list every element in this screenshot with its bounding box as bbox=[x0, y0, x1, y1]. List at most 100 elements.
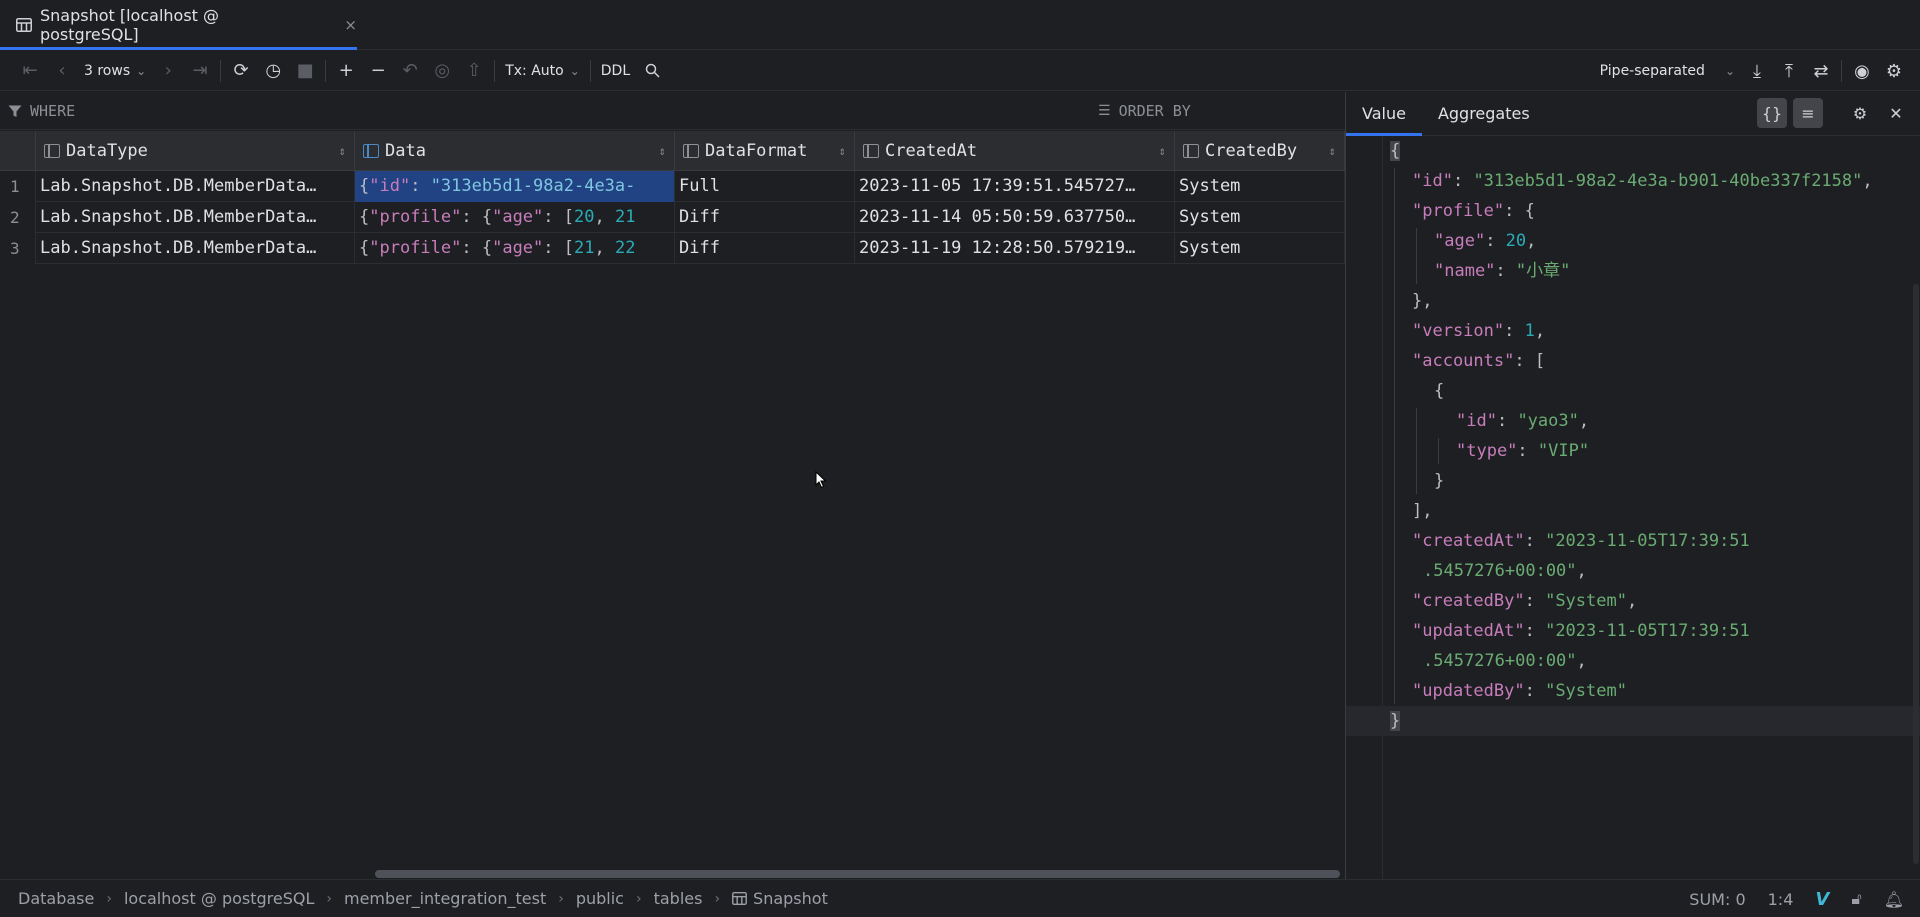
revert-icon[interactable]: ↶ bbox=[394, 55, 426, 87]
tab-aggregates[interactable]: Aggregates bbox=[1422, 92, 1546, 136]
breadcrumb-tables[interactable]: tables bbox=[654, 889, 703, 908]
breadcrumb-host[interactable]: localhost @ postgreSQL bbox=[124, 889, 314, 908]
soft-wrap-icon[interactable]: ≡ bbox=[1793, 98, 1823, 128]
json-braces-icon[interactable]: {} bbox=[1757, 98, 1787, 128]
column-header-dataformat[interactable]: DataFormat ⇕ bbox=[675, 131, 855, 171]
vim-logo-icon[interactable]: V bbox=[1815, 889, 1829, 910]
table-row[interactable]: 3 Lab.Snapshot.DB.MemberData… {"profile"… bbox=[0, 233, 1345, 264]
last-page-icon[interactable]: ⇥ bbox=[184, 55, 216, 87]
cell-datatype[interactable]: Lab.Snapshot.DB.MemberData… bbox=[36, 202, 355, 233]
cell-datatype[interactable]: Lab.Snapshot.DB.MemberData… bbox=[36, 171, 355, 202]
editor-line[interactable]: "version": 1, bbox=[1346, 316, 1920, 346]
cell-createdby[interactable]: System bbox=[1175, 233, 1345, 264]
stop-icon[interactable]: ■ bbox=[289, 55, 321, 87]
transaction-mode-selector[interactable]: Tx: Auto ⌄ bbox=[499, 63, 586, 79]
sort-icon[interactable]: ⇕ bbox=[339, 144, 346, 158]
eye-icon[interactable]: ◉ bbox=[1846, 55, 1878, 87]
editor-line[interactable]: "profile": { bbox=[1346, 196, 1920, 226]
cell-data[interactable]: {"id": "313eb5d1-98a2-4e3a- bbox=[355, 171, 675, 202]
json-key: "name" bbox=[1434, 261, 1496, 281]
table-row[interactable]: 2 Lab.Snapshot.DB.MemberData… {"profile"… bbox=[0, 202, 1345, 233]
editor-line[interactable]: "id": "313eb5d1-98a2-4e3a-b901-40be337f2… bbox=[1346, 166, 1920, 196]
sum-indicator[interactable]: SUM: 0 bbox=[1689, 890, 1745, 909]
rows-selector[interactable]: 3 rows ⌄ bbox=[78, 63, 152, 79]
compare-icon[interactable]: ⇄ bbox=[1805, 55, 1837, 87]
column-header-createdat[interactable]: CreatedAt ⇕ bbox=[855, 131, 1175, 171]
json-punct: : bbox=[1517, 441, 1538, 461]
editor-line[interactable]: "name": "小章" bbox=[1346, 256, 1920, 286]
cell-createdat[interactable]: 2023-11-14 05:50:59.637750… bbox=[855, 202, 1175, 233]
upload-icon[interactable]: ⤒ bbox=[1773, 55, 1805, 87]
search-icon[interactable] bbox=[636, 55, 668, 87]
previous-page-icon[interactable]: ‹ bbox=[46, 55, 78, 87]
editor-line[interactable]: "createdAt": "2023-11-05T17:39:51 bbox=[1346, 526, 1920, 556]
cell-data[interactable]: {"profile": {"age": [21, 22 bbox=[355, 233, 675, 264]
first-page-icon[interactable]: ⇤ bbox=[14, 55, 46, 87]
cell-datatype[interactable]: Lab.Snapshot.DB.MemberData… bbox=[36, 233, 355, 264]
editor-line[interactable]: .5457276+00:00", bbox=[1346, 646, 1920, 676]
editor-line[interactable]: "id": "yao3", bbox=[1346, 406, 1920, 436]
panel-tabs: Value Aggregates {} ≡ ⚙ ✕ bbox=[1346, 92, 1920, 136]
editor-line[interactable]: { bbox=[1346, 376, 1920, 406]
editor-line[interactable]: } bbox=[1346, 466, 1920, 496]
editor-line[interactable]: "accounts": [ bbox=[1346, 346, 1920, 376]
order-by-input[interactable]: ☰ ORDER BY bbox=[1098, 92, 1191, 130]
cell-createdat[interactable]: 2023-11-05 17:39:51.545727… bbox=[855, 171, 1175, 202]
breadcrumb-table[interactable]: Snapshot bbox=[732, 889, 828, 908]
editor-line[interactable]: "createdBy": "System", bbox=[1346, 586, 1920, 616]
cell-data[interactable]: {"profile": {"age": [20, 21 bbox=[355, 202, 675, 233]
add-row-icon[interactable]: + bbox=[330, 55, 362, 87]
editor-line[interactable]: "updatedBy": "System" bbox=[1346, 676, 1920, 706]
editor-line[interactable]: "type": "VIP" bbox=[1346, 436, 1920, 466]
cell-createdby[interactable]: System bbox=[1175, 202, 1345, 233]
preview-changes-icon[interactable]: ◎ bbox=[426, 55, 458, 87]
download-icon[interactable]: ⤓ bbox=[1741, 55, 1773, 87]
column-header-createdby[interactable]: CreatedBy ⇕ bbox=[1175, 131, 1345, 171]
cell-dataformat[interactable]: Diff bbox=[675, 233, 855, 264]
json-punct: { bbox=[359, 207, 370, 227]
refresh-icon[interactable]: ⟳ bbox=[225, 55, 257, 87]
sort-icon[interactable]: ⇕ bbox=[1329, 144, 1336, 158]
json-editor[interactable]: {"id": "313eb5d1-98a2-4e3a-b901-40be337f… bbox=[1346, 136, 1920, 879]
editor-line[interactable]: .5457276+00:00", bbox=[1346, 556, 1920, 586]
bell-icon[interactable]: 🔔︎ bbox=[1884, 890, 1904, 909]
history-icon[interactable]: ◷ bbox=[257, 55, 289, 87]
tab-snapshot[interactable]: Snapshot [localhost @ postgreSQL] × bbox=[0, 0, 357, 50]
editor-line[interactable]: "age": 20, bbox=[1346, 226, 1920, 256]
export-format-selector[interactable]: Pipe-separated ⌄ bbox=[1594, 63, 1741, 79]
editor-line[interactable]: } bbox=[1346, 706, 1920, 736]
sort-icon[interactable]: ⇕ bbox=[659, 144, 666, 158]
sort-icon[interactable]: ⇕ bbox=[839, 144, 846, 158]
toolbar-right-group: Pipe-separated ⌄ ⤓ ⤒ ⇄ ◉ ⚙ bbox=[1594, 51, 1910, 91]
column-header-data[interactable]: Data ⇕ bbox=[355, 131, 675, 171]
editor-line[interactable]: "updatedAt": "2023-11-05T17:39:51 bbox=[1346, 616, 1920, 646]
tab-value[interactable]: Value bbox=[1346, 92, 1422, 136]
gear-icon[interactable]: ⚙ bbox=[1845, 98, 1875, 128]
close-tab-icon[interactable]: × bbox=[344, 16, 357, 34]
breadcrumb-database[interactable]: Database bbox=[18, 889, 94, 908]
ddl-button[interactable]: DDL bbox=[595, 63, 636, 79]
editor-line[interactable]: ], bbox=[1346, 496, 1920, 526]
close-icon[interactable]: ✕ bbox=[1881, 98, 1911, 128]
gear-icon[interactable]: ⚙ bbox=[1878, 55, 1910, 87]
caret-position[interactable]: 1:4 bbox=[1768, 890, 1794, 909]
breadcrumb-database-name[interactable]: member_integration_test bbox=[344, 889, 546, 908]
vertical-scrollbar[interactable] bbox=[1913, 284, 1919, 864]
cell-createdby[interactable]: System bbox=[1175, 171, 1345, 202]
editor-line[interactable]: { bbox=[1346, 136, 1920, 166]
next-page-icon[interactable]: › bbox=[152, 55, 184, 87]
column-header-datatype[interactable]: DataType ⇕ bbox=[36, 131, 355, 171]
sort-icon[interactable]: ⇕ bbox=[1159, 144, 1166, 158]
delete-row-icon[interactable]: − bbox=[362, 55, 394, 87]
where-filter-input[interactable]: WHERE bbox=[8, 92, 75, 130]
cell-dataformat[interactable]: Full bbox=[675, 171, 855, 202]
cell-createdat[interactable]: 2023-11-19 12:28:50.579219… bbox=[855, 233, 1175, 264]
horizontal-scrollbar[interactable] bbox=[375, 870, 1340, 878]
cell-dataformat[interactable]: Diff bbox=[675, 202, 855, 233]
breadcrumb-schema[interactable]: public bbox=[576, 889, 624, 908]
editor-line-content: { bbox=[1434, 376, 1444, 406]
lock-open-icon[interactable]: 🔓︎ bbox=[1851, 889, 1861, 909]
submit-icon[interactable]: ⇧ bbox=[458, 55, 490, 87]
editor-line[interactable]: }, bbox=[1346, 286, 1920, 316]
table-row[interactable]: 1 Lab.Snapshot.DB.MemberData… {"id": "31… bbox=[0, 171, 1345, 202]
